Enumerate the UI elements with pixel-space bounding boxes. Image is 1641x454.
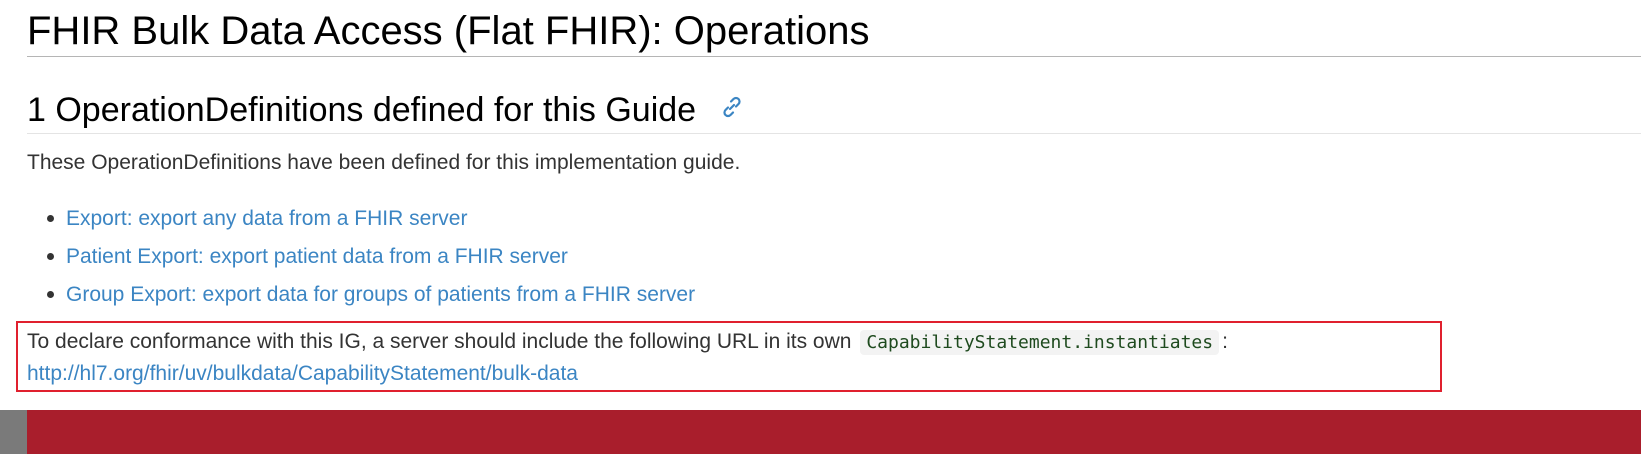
section-heading: 1 OperationDefinitions defined for this … — [27, 88, 1641, 135]
conformance-statement: To declare conformance with this IG, a s… — [27, 328, 1228, 357]
list-item: Patient Export: export patient data from… — [47, 238, 695, 276]
list-item: Export: export any data from a FHIR serv… — [47, 200, 695, 238]
list-item: Group Export: export data for groups of … — [47, 276, 695, 314]
link-icon[interactable] — [720, 88, 744, 128]
conformance-text-before: To declare conformance with this IG, a s… — [27, 330, 852, 353]
bullet-icon — [47, 215, 54, 222]
intro-text: These OperationDefinitions have been def… — [27, 151, 741, 174]
export-operation-link[interactable]: Export: export any data from a FHIR serv… — [66, 207, 467, 230]
conformance-highlight-box: To declare conformance with this IG, a s… — [16, 321, 1442, 392]
footer-bar — [27, 410, 1641, 454]
conformance-text-after: : — [1222, 330, 1228, 353]
capability-statement-url-link[interactable]: http://hl7.org/fhir/uv/bulkdata/Capabili… — [27, 360, 578, 388]
operations-list: Export: export any data from a FHIR serv… — [27, 200, 695, 314]
capability-statement-code: CapabilityStatement.instantiates — [860, 330, 1220, 355]
page-title: FHIR Bulk Data Access (Flat FHIR): Opera… — [27, 8, 1641, 57]
bullet-icon — [47, 253, 54, 260]
group-export-operation-link[interactable]: Group Export: export data for groups of … — [66, 283, 695, 306]
patient-export-operation-link[interactable]: Patient Export: export patient data from… — [66, 245, 568, 268]
footer-left-block — [0, 410, 27, 454]
bullet-icon — [47, 291, 54, 298]
section-heading-text: 1 OperationDefinitions defined for this … — [27, 91, 697, 129]
